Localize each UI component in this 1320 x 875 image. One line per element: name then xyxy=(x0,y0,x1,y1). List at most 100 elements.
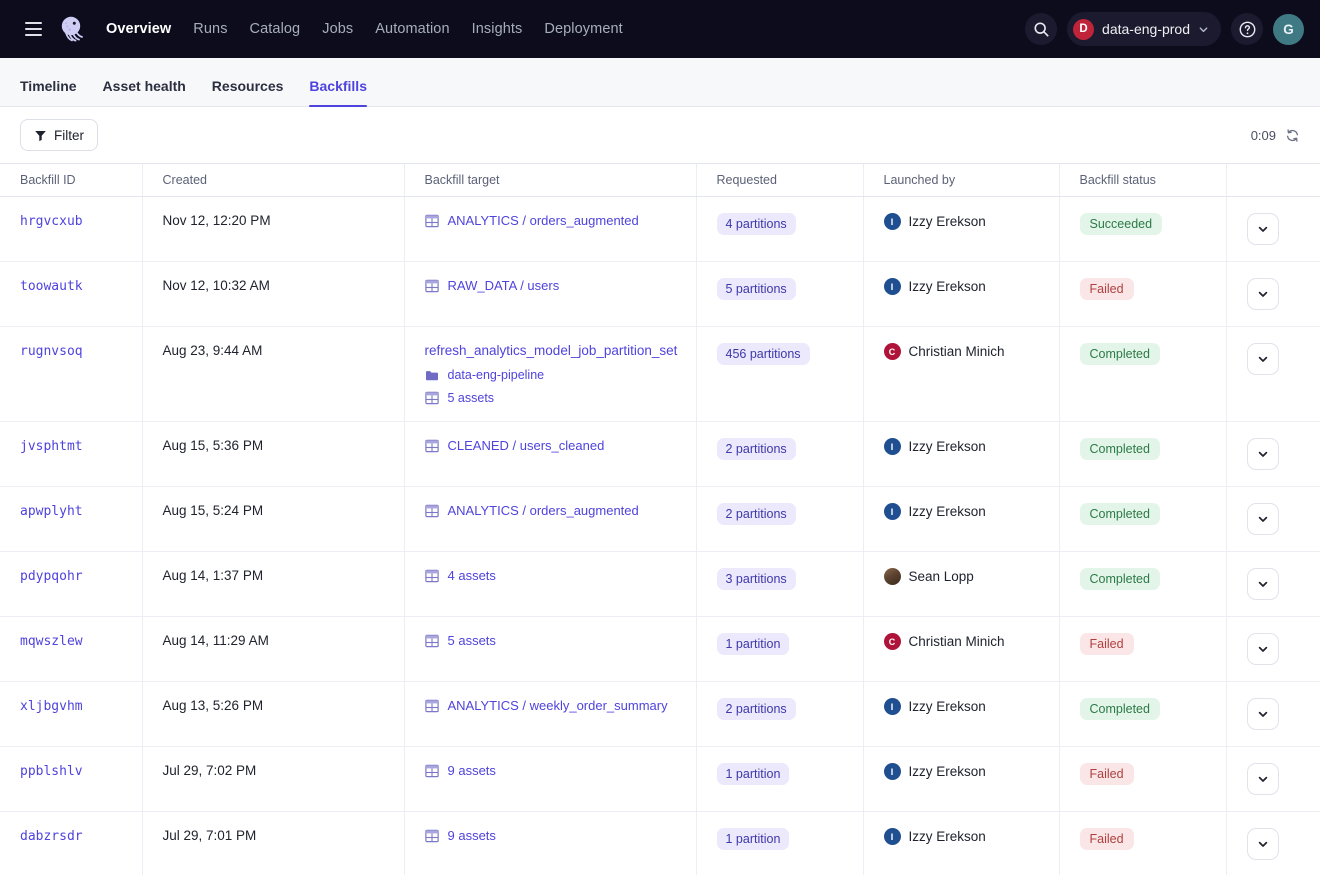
partitions-badge[interactable]: 1 partition xyxy=(717,828,790,850)
refresh-timer: 0:09 xyxy=(1251,128,1276,143)
partitions-badge[interactable]: 2 partitions xyxy=(717,698,796,720)
launched-by: IIzzy Erekson xyxy=(884,213,1059,230)
created-timestamp: Aug 14, 1:37 PM xyxy=(163,568,264,583)
row-actions-button[interactable] xyxy=(1247,213,1279,245)
chevron-down-icon xyxy=(1257,353,1269,365)
backfill-target-asset[interactable]: ANALYTICS / orders_augmented xyxy=(425,213,696,228)
backfill-target-asset[interactable]: ANALYTICS / orders_augmented xyxy=(425,503,696,518)
cell-row-actions xyxy=(1226,197,1320,262)
row-actions-button[interactable] xyxy=(1247,568,1279,600)
cell-backfill-status: Failed xyxy=(1059,812,1226,875)
backfill-target-asset[interactable]: 9 assets xyxy=(425,763,696,778)
filter-label: Filter xyxy=(54,128,84,143)
avatar: I xyxy=(884,213,901,230)
nav-link-deployment[interactable]: Deployment xyxy=(544,21,622,37)
backfill-id-link[interactable]: dabzrsdr xyxy=(20,829,83,844)
search-icon[interactable] xyxy=(1025,13,1057,45)
backfill-target-asset[interactable]: RAW_DATA / users xyxy=(425,278,696,293)
backfill-id-link[interactable]: xljbgvhm xyxy=(20,699,83,714)
table-row: rugnvsoqAug 23, 9:44 AMrefresh_analytics… xyxy=(0,327,1320,422)
backfill-id-link[interactable]: mqwszlew xyxy=(20,634,83,649)
backfill-target-repo[interactable]: data-eng-pipeline xyxy=(425,368,696,382)
table-row: pdypqohr Aug 14, 1:37 PM 4 assets 3 partiti… xyxy=(0,552,1320,617)
backfill-id-link[interactable]: toowautk xyxy=(20,279,83,294)
help-circle-icon[interactable] xyxy=(1231,13,1263,45)
refresh-icon[interactable] xyxy=(1285,128,1300,143)
avatar-initial: I xyxy=(891,507,894,517)
partitions-badge[interactable]: 5 partitions xyxy=(717,278,796,300)
backfill-id-link[interactable]: pdypqohr xyxy=(20,569,83,584)
row-actions-button[interactable] xyxy=(1247,278,1279,310)
backfill-target-partition-set[interactable]: refresh_analytics_model_job_partition_se… xyxy=(425,343,696,358)
partitions-badge[interactable]: 1 partition xyxy=(717,763,790,785)
tab-backfills[interactable]: Backfills xyxy=(309,78,367,106)
row-actions-button[interactable] xyxy=(1247,633,1279,665)
deployment-selector[interactable]: D data-eng-prod xyxy=(1067,12,1221,46)
backfill-target-asset[interactable]: 9 assets xyxy=(425,828,696,843)
backfill-id-link[interactable]: ppblshlv xyxy=(20,764,83,779)
partitions-badge[interactable]: 2 partitions xyxy=(717,503,796,525)
repo-label: data-eng-pipeline xyxy=(448,368,545,382)
nav-link-insights[interactable]: Insights xyxy=(472,21,523,37)
avatar: C xyxy=(884,343,901,360)
partitions-badge[interactable]: 456 partitions xyxy=(717,343,810,365)
created-timestamp: Jul 29, 7:02 PM xyxy=(163,763,257,778)
cell-backfill-status: Completed xyxy=(1059,682,1226,747)
backfill-target-asset[interactable]: 4 assets xyxy=(425,568,696,583)
nav-link-jobs[interactable]: Jobs xyxy=(322,21,353,37)
cell-row-actions xyxy=(1226,812,1320,875)
cell-backfill-status: Succeeded xyxy=(1059,197,1226,262)
backfill-id-link[interactable]: jvsphtmt xyxy=(20,439,83,454)
row-actions-button[interactable] xyxy=(1247,503,1279,535)
row-actions-button[interactable] xyxy=(1247,698,1279,730)
cell-backfill-id: ppblshlv xyxy=(0,747,142,812)
tab-timeline[interactable]: Timeline xyxy=(20,78,77,106)
user-avatar[interactable]: G xyxy=(1273,14,1304,45)
backfill-target-label: ANALYTICS / orders_augmented xyxy=(448,213,639,228)
cell-backfill-target: 9 assets xyxy=(404,812,696,875)
hamburger-icon[interactable] xyxy=(16,12,50,46)
nav-link-overview[interactable]: Overview xyxy=(106,21,171,37)
created-timestamp: Aug 13, 5:26 PM xyxy=(163,698,264,713)
row-actions-button[interactable] xyxy=(1247,763,1279,795)
cell-backfill-id: dabzrsdr xyxy=(0,812,142,875)
tab-asset-health[interactable]: Asset health xyxy=(103,78,186,106)
cell-created: Aug 15, 5:24 PM xyxy=(142,487,404,552)
cell-requested: 1 partition xyxy=(696,617,863,682)
backfill-target-label: RAW_DATA / users xyxy=(448,278,560,293)
cell-launched-by: IIzzy Erekson xyxy=(863,197,1059,262)
backfill-target-asset[interactable]: ANALYTICS / weekly_order_summary xyxy=(425,698,696,713)
backfill-id-link[interactable]: hrgvcxub xyxy=(20,214,83,229)
partitions-badge[interactable]: 4 partitions xyxy=(717,213,796,235)
backfill-id-link[interactable]: apwplyht xyxy=(20,504,83,519)
nav-link-automation[interactable]: Automation xyxy=(375,21,449,37)
column-header-created: Created xyxy=(142,164,404,197)
filter-button[interactable]: Filter xyxy=(20,119,98,151)
cell-requested: 5 partitions xyxy=(696,262,863,327)
tab-resources[interactable]: Resources xyxy=(212,78,284,106)
dagster-logo[interactable] xyxy=(56,12,90,46)
nav-link-catalog[interactable]: Catalog xyxy=(250,21,301,37)
backfill-target-assets[interactable]: 5 assets xyxy=(425,391,696,405)
status-badge: Completed xyxy=(1080,503,1160,525)
cell-row-actions xyxy=(1226,327,1320,422)
folder-icon xyxy=(425,369,439,382)
backfill-id-link[interactable]: rugnvsoq xyxy=(20,344,83,359)
cell-backfill-status: Failed xyxy=(1059,262,1226,327)
backfill-target-asset[interactable]: CLEANED / users_cleaned xyxy=(425,438,696,453)
status-badge: Failed xyxy=(1080,828,1134,850)
chevron-down-icon xyxy=(1257,838,1269,850)
row-actions-button[interactable] xyxy=(1247,828,1279,860)
launched-by-name: Izzy Erekson xyxy=(909,699,986,714)
cell-created: Nov 12, 12:20 PM xyxy=(142,197,404,262)
cell-backfill-id: mqwszlew xyxy=(0,617,142,682)
partitions-badge[interactable]: 2 partitions xyxy=(717,438,796,460)
row-actions-button[interactable] xyxy=(1247,343,1279,375)
cell-backfill-status: Completed xyxy=(1059,487,1226,552)
nav-link-runs[interactable]: Runs xyxy=(193,21,227,37)
partitions-badge[interactable]: 3 partitions xyxy=(717,568,796,590)
row-actions-button[interactable] xyxy=(1247,438,1279,470)
backfill-target-asset[interactable]: 5 assets xyxy=(425,633,696,648)
created-timestamp: Aug 15, 5:24 PM xyxy=(163,503,264,518)
partitions-badge[interactable]: 1 partition xyxy=(717,633,790,655)
